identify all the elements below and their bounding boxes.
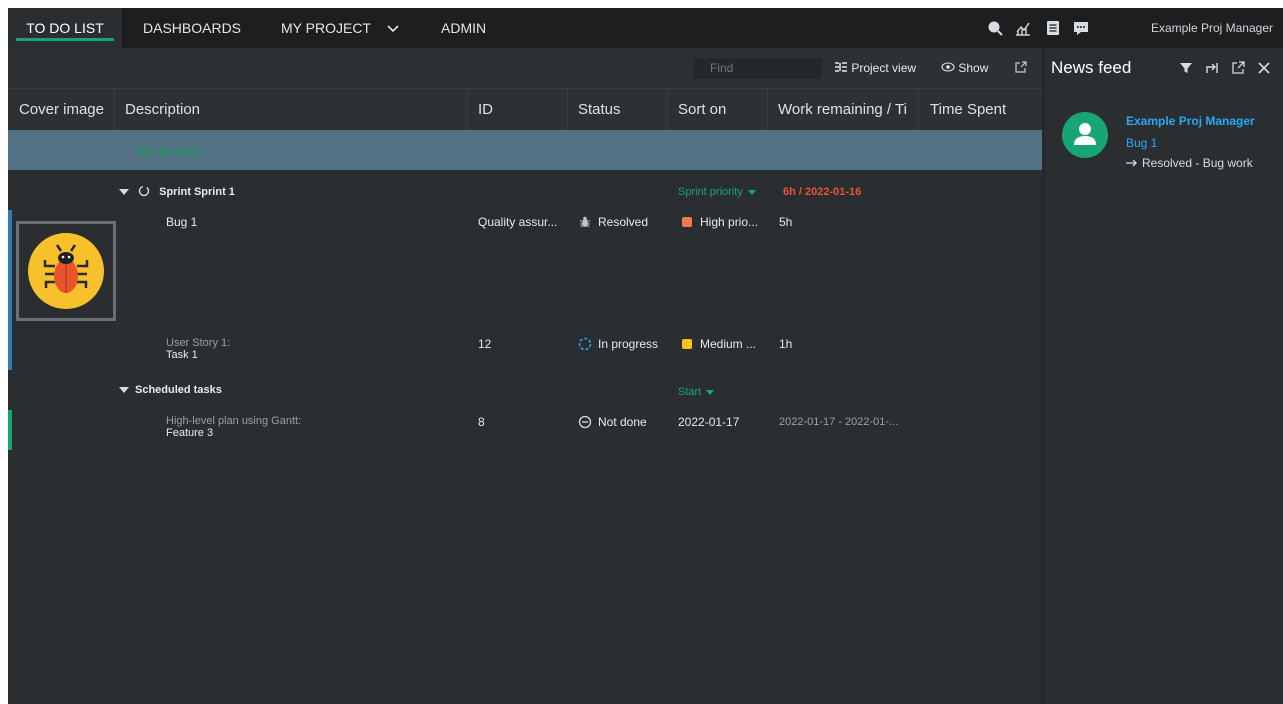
task-parent: User Story 1:: [166, 337, 231, 349]
group-title: Sprint Sprint 1: [159, 186, 235, 198]
popout-icon[interactable]: [1230, 60, 1246, 76]
status-cell[interactable]: In progress: [578, 337, 658, 351]
project-name[interactable]: My project: [137, 142, 202, 158]
project-view-label: Project view: [851, 61, 917, 75]
not-done-icon: [578, 415, 592, 429]
medium-priority-dot: [682, 339, 692, 349]
sort-label: Start: [678, 386, 702, 398]
task-parent: High-level plan using Gantt:: [166, 415, 302, 427]
sprint-icon: [138, 185, 150, 197]
app-window: TO DO LIST DASHBOARDS MY PROJECT ADMIN E…: [8, 8, 1283, 704]
tab-label: ADMIN: [441, 20, 487, 36]
popout-icon[interactable]: [1014, 61, 1027, 74]
close-icon[interactable]: [1256, 60, 1272, 76]
bug-status-icon: [580, 216, 590, 228]
column-header-sort-on[interactable]: Sort on: [668, 89, 768, 131]
group-sort-selector[interactable]: Start: [678, 382, 715, 402]
tab-label: TO DO LIST: [26, 20, 104, 36]
table-header: Cover image Description ID Status Sort o…: [8, 88, 1042, 131]
dropdown-caret-icon: [747, 189, 756, 195]
show-button[interactable]: Show: [941, 60, 988, 76]
collapse-caret-icon[interactable]: [119, 189, 129, 196]
group-header-scheduled[interactable]: Scheduled tasks: [119, 380, 222, 400]
task-description[interactable]: Feature 3: [166, 427, 213, 439]
column-header-status[interactable]: Status: [568, 89, 668, 131]
news-feed-title: News feed: [1051, 58, 1132, 77]
tab-label: MY PROJECT: [281, 20, 371, 36]
in-progress-icon: [578, 337, 592, 351]
task-id: Quality assur...: [478, 215, 558, 229]
news-feed-panel: News feed Example Proj Manager Bug 1 Res…: [1043, 48, 1283, 704]
project-view-button[interactable]: Project view: [834, 60, 916, 76]
column-header-cover-image[interactable]: Cover image: [8, 89, 115, 131]
top-navigation: TO DO LIST DASHBOARDS MY PROJECT ADMIN E…: [8, 8, 1283, 48]
feed-change: Resolved - Bug work: [1126, 156, 1253, 170]
chevron-down-icon[interactable]: [387, 25, 399, 33]
date-range: 2022-01-17 - 2022-01-...: [779, 416, 899, 428]
column-header-work-remaining[interactable]: Work remaining / Ti: [768, 89, 919, 131]
start-date[interactable]: 2022-01-17: [678, 415, 739, 429]
avatar[interactable]: [1062, 112, 1108, 158]
chart-icon[interactable]: [1014, 19, 1032, 37]
task-description[interactable]: Task 1: [166, 349, 198, 361]
pin-icon[interactable]: [1204, 60, 1220, 76]
user-menu[interactable]: Example Proj Manager: [1151, 8, 1273, 48]
status-label: Not done: [598, 415, 647, 429]
column-header-id[interactable]: ID: [468, 89, 568, 131]
status-label: In progress: [598, 337, 659, 351]
task-description[interactable]: Bug 1: [166, 215, 197, 229]
tab-admin[interactable]: ADMIN: [441, 8, 486, 48]
search-icon[interactable]: [986, 19, 1004, 37]
user-icon: [1074, 123, 1096, 145]
task-id: 8: [478, 415, 485, 429]
hierarchy-icon: [835, 62, 847, 72]
row-color-bar: [8, 210, 12, 370]
active-tab-indicator: [16, 38, 114, 41]
group-summary: 6h / 2022-01-16: [783, 182, 861, 202]
group-header-sprint[interactable]: Sprint Sprint 1: [119, 182, 235, 202]
bug-icon: [28, 233, 104, 309]
priority-cell[interactable]: Medium ...: [682, 337, 756, 351]
search-input[interactable]: [694, 58, 822, 79]
tab-label: DASHBOARDS: [143, 20, 242, 36]
status-label: Resolved: [598, 215, 649, 229]
group-title: Scheduled tasks: [135, 384, 222, 396]
eye-icon: [941, 62, 955, 72]
feed-author-link[interactable]: Example Proj Manager: [1126, 114, 1255, 128]
arrow-right-icon: [1126, 159, 1137, 167]
work-remaining: 5h: [779, 215, 793, 229]
collapse-caret-icon[interactable]: [119, 387, 129, 394]
feed-item-link[interactable]: Bug 1: [1126, 136, 1157, 150]
high-priority-dot: [682, 217, 692, 227]
show-label: Show: [958, 61, 989, 75]
priority-cell[interactable]: High prio...: [682, 215, 758, 229]
status-cell[interactable]: Not done: [578, 415, 647, 429]
priority-label: High prio...: [700, 215, 759, 229]
tab-my-project[interactable]: MY PROJECT: [281, 8, 399, 48]
row-color-bar: [8, 410, 12, 450]
document-icon[interactable]: [1044, 19, 1062, 37]
status-cell[interactable]: Resolved: [578, 215, 648, 229]
priority-label: Medium ...: [700, 337, 757, 351]
toolbar: Project view Show: [8, 48, 1042, 88]
tab-dashboards[interactable]: DASHBOARDS: [143, 8, 241, 48]
dropdown-caret-icon: [706, 389, 715, 395]
filter-icon[interactable]: [1178, 60, 1194, 76]
sprint-summary: 6h / 2022-01-16: [783, 186, 862, 198]
column-header-description[interactable]: Description: [115, 89, 468, 131]
chat-icon[interactable]: [1072, 19, 1090, 37]
tab-to-do-list[interactable]: TO DO LIST: [8, 8, 122, 48]
sort-label: Sprint priority: [678, 186, 743, 198]
cover-image[interactable]: [16, 221, 116, 321]
work-remaining: 1h: [779, 337, 793, 351]
project-row[interactable]: My project: [8, 130, 1042, 170]
group-sort-selector[interactable]: Sprint priority: [678, 182, 756, 202]
task-id: 12: [478, 337, 492, 351]
feed-change-text: Resolved - Bug work: [1142, 156, 1253, 170]
column-header-time-spent[interactable]: Time Spent: [919, 89, 1042, 131]
